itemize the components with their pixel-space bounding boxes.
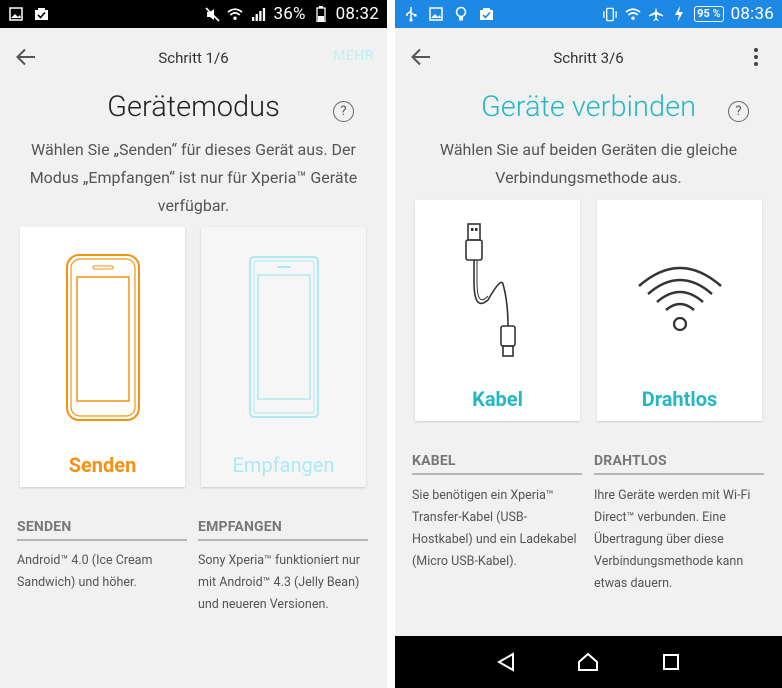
battery-percentage: 36% — [273, 4, 306, 24]
receive-section-body: Sony Xperia™ funktioniert nur mit Androi… — [198, 553, 361, 612]
lightbulb-icon — [453, 6, 469, 22]
send-card-label: Senden — [68, 453, 137, 477]
navigation-bar — [395, 636, 782, 688]
phone-screen-right: 95 % 08:36 Schritt 3/6 Geräte verbinden … — [395, 0, 782, 688]
more-button[interactable]: MEHR — [333, 48, 374, 64]
airplane-mode-icon — [648, 6, 664, 22]
receive-card-label: Empfangen — [232, 453, 335, 477]
home-nav-icon[interactable] — [576, 650, 600, 674]
cable-option-card[interactable]: Kabel — [415, 200, 580, 421]
page-title: Gerätemodus — [107, 90, 280, 124]
cable-section-body: Sie benötigen ein Xperia™ Transfer-Kabel… — [412, 488, 577, 569]
wireless-section-body: Ihre Geräte werden mit Wi-Fi Direct™ ver… — [594, 488, 751, 591]
status-bar: 95 % 08:36 — [395, 0, 782, 28]
phone-send-icon — [65, 254, 140, 421]
recent-apps-nav-icon[interactable] — [659, 650, 683, 674]
usb-cable-icon — [464, 223, 516, 357]
wifi-large-icon — [637, 266, 722, 332]
step-indicator: Schritt 1/6 — [158, 49, 229, 67]
vibrate-icon — [602, 6, 618, 22]
phone-receive-icon — [248, 256, 319, 418]
transfer-notification-icon — [478, 6, 494, 22]
gallery-notification-icon — [428, 6, 444, 22]
overflow-menu-icon[interactable] — [752, 45, 760, 69]
clock: 08:32 — [335, 4, 379, 24]
status-bar: 36% 08:32 — [0, 0, 387, 28]
usb-icon — [403, 6, 419, 22]
receive-mode-card[interactable]: Empfangen — [201, 227, 366, 487]
receive-section-header: EMPFANGEN — [198, 519, 368, 541]
help-icon[interactable]: ? — [728, 101, 749, 122]
wireless-card-label: Drahtlos — [641, 387, 718, 411]
wifi-icon — [625, 6, 641, 22]
battery-percentage: 95 % — [694, 6, 724, 22]
phone-screen-left: 36% 08:32 Schritt 1/6 MEHR Gerätemodus ?… — [0, 0, 387, 688]
clock: 08:36 — [730, 4, 774, 24]
page-title: Geräte verbinden — [480, 90, 697, 124]
cable-section-header: KABEL — [412, 453, 582, 475]
instructions-text: Wählen Sie „Senden“ für dieses Gerät aus… — [29, 140, 358, 215]
wireless-section-header: DRAHTLOS — [594, 453, 764, 475]
wireless-option-card[interactable]: Drahtlos — [597, 200, 762, 421]
send-mode-card[interactable]: Senden — [20, 227, 185, 487]
help-icon[interactable]: ? — [333, 101, 354, 122]
wifi-icon — [227, 6, 244, 22]
signal-icon — [250, 6, 266, 22]
transfer-notification-icon — [33, 6, 49, 22]
gallery-notification-icon — [8, 6, 24, 22]
charging-icon — [671, 6, 687, 22]
instructions-text: Wählen Sie auf beiden Geräten die gleich… — [439, 140, 738, 187]
cable-card-label: Kabel — [472, 387, 523, 411]
step-indicator: Schritt 3/6 — [553, 49, 624, 67]
send-section-header: SENDEN — [17, 519, 187, 541]
app-bar: Schritt 1/6 MEHR — [0, 28, 387, 86]
back-nav-icon[interactable] — [494, 650, 518, 674]
app-bar: Schritt 3/6 — [395, 28, 782, 86]
mute-icon — [204, 6, 220, 22]
battery-icon — [313, 6, 329, 22]
send-section-body: Android™ 4.0 (Ice Cream Sandwich) und hö… — [17, 553, 153, 590]
